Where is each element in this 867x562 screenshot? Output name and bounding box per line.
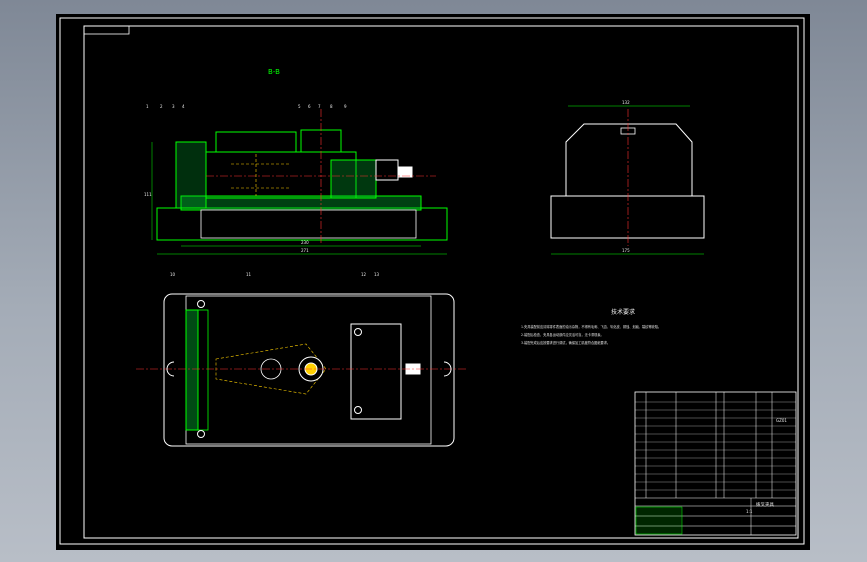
side-top-dim: 132 <box>622 100 630 105</box>
balloon-11: 11 <box>246 272 252 277</box>
title-block-sign-area <box>635 506 683 535</box>
inner-width-dim: 230 <box>301 240 309 245</box>
screw-housing <box>375 159 399 181</box>
tech-req-line-2: 2.装配后检查，夹具各运动部件应灵活可靠，无卡滞现象。 <box>521 332 604 337</box>
tech-req-line-3: 3.装配完成后应按要求进行调试，确保加工精度符合图纸要求。 <box>521 340 610 345</box>
right-block <box>330 159 377 199</box>
balloon-5: 5 <box>298 104 301 109</box>
side-view: 132 175 <box>550 100 705 255</box>
view-label: B-B <box>268 68 280 76</box>
left-support <box>175 141 207 209</box>
balloon-1: 1 <box>146 104 149 109</box>
balloon-6: 6 <box>308 104 311 109</box>
drawing-sheet: B-B 111 230 271 1 2 3 4 5 6 7 8 9 132 17… <box>56 14 810 550</box>
front-view: 111 230 271 1 2 3 4 5 6 7 8 9 <box>144 104 448 255</box>
balloon-2: 2 <box>160 104 163 109</box>
balloon-9: 9 <box>344 104 347 109</box>
drawing-canvas: B-B 111 230 271 1 2 3 4 5 6 7 8 9 132 17… <box>59 17 805 545</box>
balloon-3: 3 <box>172 104 175 109</box>
tech-requirements: 技术要求 1.夹具装配前应清除零件表面的油污杂物，不得有毛刺、飞边、氧化皮、锈蚀… <box>521 308 661 345</box>
part-name: 拨叉夹具 <box>756 501 774 508</box>
height-dim: 111 <box>144 192 152 197</box>
top-clamp <box>215 131 297 153</box>
tech-req-line-1: 1.夹具装配前应清除零件表面的油污杂物，不得有毛刺、飞边、氧化皮、锈蚀、划痕、裂… <box>521 324 661 329</box>
title-block: GZ01 拨叉夹具 1:1 <box>634 391 797 536</box>
top-bolt-1 <box>197 300 205 308</box>
corner-code-box <box>83 25 130 35</box>
top-clamp-block <box>350 323 402 420</box>
drawing-number: GZ01 <box>776 418 787 423</box>
side-bottom-dim: 175 <box>622 248 630 253</box>
balloon-13: 13 <box>374 272 380 277</box>
side-body <box>565 123 693 196</box>
base-recess <box>200 209 417 239</box>
top-view: 10 11 12 13 <box>136 272 466 447</box>
top-locator <box>197 309 209 431</box>
inner-frame <box>83 25 799 539</box>
balloon-8: 8 <box>330 104 333 109</box>
cad-viewport[interactable]: B-B 111 230 271 1 2 3 4 5 6 7 8 9 132 17… <box>0 0 867 562</box>
top-left-plate <box>185 309 199 431</box>
side-base <box>550 195 705 239</box>
outer-frame <box>59 17 805 545</box>
hidden-lines <box>231 154 291 196</box>
knob <box>397 166 413 178</box>
top-bolt-2 <box>197 430 205 438</box>
balloon-10: 10 <box>170 272 176 277</box>
balloon-4: 4 <box>182 104 185 109</box>
tech-req-title: 技术要求 <box>611 308 635 316</box>
top-bolt-4 <box>354 406 362 414</box>
overall-width-dim: 271 <box>301 248 309 253</box>
balloon-12: 12 <box>361 272 367 277</box>
scale: 1:1 <box>746 509 753 514</box>
top-bolt-3 <box>354 328 362 336</box>
balloon-7: 7 <box>318 104 321 109</box>
